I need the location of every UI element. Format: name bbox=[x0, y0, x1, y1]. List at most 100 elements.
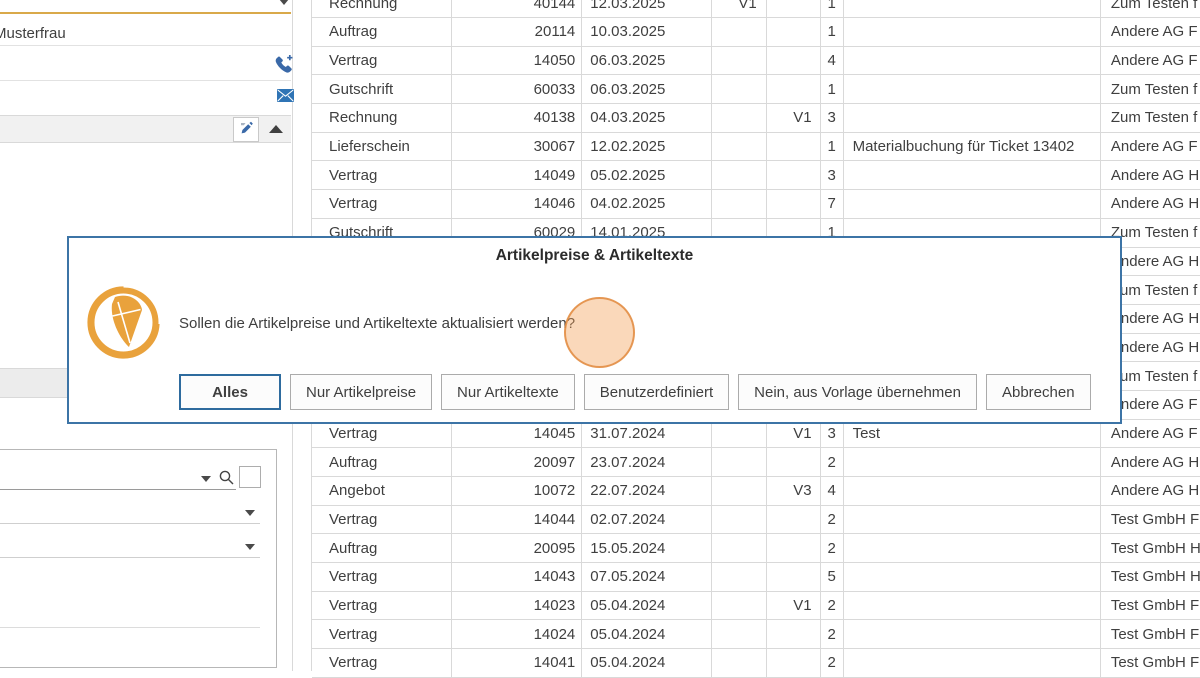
cell-description bbox=[844, 592, 1101, 620]
cell-ver_a bbox=[712, 563, 767, 591]
cell-type: Vertrag bbox=[312, 506, 452, 534]
cell-description bbox=[844, 534, 1101, 562]
cell-date: 06.03.2025 bbox=[582, 75, 712, 103]
table-row[interactable]: Vertrag1404105.04.20242Test GmbH F bbox=[312, 649, 1200, 678]
table-row[interactable]: Auftrag2009515.05.20242Test GmbH H bbox=[312, 534, 1200, 563]
table-row[interactable]: Rechnung4014412.03.2025V11Zum Testen f bbox=[312, 0, 1200, 18]
cell-customer: Test GmbH F bbox=[1101, 620, 1200, 648]
cell-description bbox=[844, 477, 1101, 505]
cell-description bbox=[844, 104, 1101, 132]
table-row[interactable]: Auftrag2009723.07.20242Andere AG H bbox=[312, 448, 1200, 477]
cell-date: 15.05.2024 bbox=[582, 534, 712, 562]
cell-ver_a bbox=[712, 75, 767, 103]
cell-count: 4 bbox=[821, 477, 844, 505]
cell-number: 14043 bbox=[452, 563, 583, 591]
app-logo-icon bbox=[84, 283, 163, 366]
cell-count: 2 bbox=[821, 506, 844, 534]
cell-ver_b bbox=[767, 448, 821, 476]
table-row[interactable]: Rechnung4013804.03.2025V13Zum Testen f bbox=[312, 104, 1200, 133]
cell-ver_b bbox=[767, 75, 821, 103]
edit-pencil-icon bbox=[238, 120, 254, 140]
cell-number: 40144 bbox=[452, 0, 583, 17]
cell-number: 14023 bbox=[452, 592, 583, 620]
cell-date: 04.03.2025 bbox=[582, 104, 712, 132]
nur-artikeltexte-button[interactable]: Nur Artikeltexte bbox=[441, 374, 575, 410]
cell-type: Vertrag bbox=[312, 649, 452, 677]
active-field-underline bbox=[0, 12, 291, 14]
cell-customer: Andere AG H bbox=[1101, 161, 1200, 189]
cell-customer: Zum Testen f bbox=[1101, 75, 1200, 103]
cell-ver_a bbox=[712, 190, 767, 218]
table-row[interactable]: Auftrag2011410.03.20251Andere AG F bbox=[312, 18, 1200, 47]
dropdown-icon[interactable] bbox=[201, 476, 211, 482]
collapse-section-icon[interactable] bbox=[269, 125, 283, 133]
cell-ver_a bbox=[712, 133, 767, 161]
cell-ver_b bbox=[767, 563, 821, 591]
nein-aus-vorlage-button[interactable]: Nein, aus Vorlage übernehmen bbox=[738, 374, 977, 410]
table-row[interactable]: Vertrag1404905.02.20253Andere AG H bbox=[312, 161, 1200, 190]
dialog-message: Sollen die Artikelpreise und Artikeltext… bbox=[179, 315, 575, 332]
cell-ver_b bbox=[767, 649, 821, 677]
table-row[interactable]: Lieferschein3006712.02.20251Materialbuch… bbox=[312, 133, 1200, 162]
cell-ver_b bbox=[767, 190, 821, 218]
search-field-underline[interactable] bbox=[0, 489, 236, 490]
cell-count: 5 bbox=[821, 563, 844, 591]
details-panel bbox=[0, 449, 277, 668]
contact-name: Musterfrau bbox=[0, 24, 66, 44]
field-underline[interactable] bbox=[0, 557, 260, 558]
cell-type: Vertrag bbox=[312, 563, 452, 591]
cell-number: 20095 bbox=[452, 534, 583, 562]
chevron-down-icon[interactable] bbox=[279, 0, 289, 5]
abbrechen-button[interactable]: Abbrechen bbox=[986, 374, 1091, 410]
search-icon[interactable] bbox=[218, 469, 235, 490]
divider bbox=[0, 80, 291, 81]
table-row[interactable]: Vertrag1402305.04.2024V12Test GmbH F bbox=[312, 592, 1200, 621]
cell-count: 2 bbox=[821, 620, 844, 648]
cell-date: 02.07.2024 bbox=[582, 506, 712, 534]
phone-add-icon[interactable] bbox=[273, 54, 294, 79]
cell-ver_a bbox=[712, 477, 767, 505]
cell-description bbox=[844, 506, 1101, 534]
cell-ver_a bbox=[712, 534, 767, 562]
table-row[interactable]: Vertrag1405006.03.20254Andere AG F bbox=[312, 47, 1200, 76]
field-underline bbox=[0, 627, 260, 628]
benutzerdefiniert-button[interactable]: Benutzerdefiniert bbox=[584, 374, 729, 410]
cell-count: 3 bbox=[821, 104, 844, 132]
cell-description bbox=[844, 0, 1101, 17]
nur-artikelpreise-button[interactable]: Nur Artikelpreise bbox=[290, 374, 432, 410]
table-row[interactable]: Vertrag1404402.07.20242Test GmbH F bbox=[312, 506, 1200, 535]
cell-ver_b bbox=[767, 620, 821, 648]
table-row[interactable]: Vertrag1402405.04.20242Test GmbH F bbox=[312, 620, 1200, 649]
edit-note-button[interactable] bbox=[233, 117, 259, 142]
table-row[interactable]: Angebot1007222.07.2024V34Andere AG H bbox=[312, 477, 1200, 506]
cell-number: 20114 bbox=[452, 18, 583, 46]
cell-number: 20097 bbox=[452, 448, 583, 476]
cell-ver_a bbox=[712, 18, 767, 46]
cell-date: 12.03.2025 bbox=[582, 0, 712, 17]
cell-type: Auftrag bbox=[312, 534, 452, 562]
cell-count: 7 bbox=[821, 190, 844, 218]
cell-customer: Zum Testen f bbox=[1101, 0, 1200, 17]
table-row[interactable]: Vertrag1404307.05.20245Test GmbH H bbox=[312, 563, 1200, 592]
cell-description bbox=[844, 563, 1101, 591]
cell-date: 05.04.2024 bbox=[582, 620, 712, 648]
field-underline[interactable] bbox=[0, 523, 260, 524]
cell-customer: Test GmbH F bbox=[1101, 506, 1200, 534]
cell-type: Lieferschein bbox=[312, 133, 452, 161]
cell-customer: Test GmbH F bbox=[1101, 649, 1200, 677]
table-row[interactable]: Gutschrift6003306.03.20251Zum Testen f bbox=[312, 75, 1200, 104]
table-row[interactable]: Vertrag1404604.02.20257Andere AG H bbox=[312, 190, 1200, 219]
mail-icon[interactable] bbox=[277, 89, 294, 106]
checkbox[interactable] bbox=[239, 466, 261, 488]
cell-ver_a bbox=[712, 592, 767, 620]
cell-customer: Andere AG H bbox=[1101, 190, 1200, 218]
cell-ver_a bbox=[712, 506, 767, 534]
dropdown-icon[interactable] bbox=[245, 510, 255, 516]
cell-type: Vertrag bbox=[312, 47, 452, 75]
cell-description bbox=[844, 190, 1101, 218]
cell-description: Materialbuchung für Ticket 13402 bbox=[844, 133, 1101, 161]
dropdown-icon[interactable] bbox=[245, 544, 255, 550]
alles-button[interactable]: Alles bbox=[179, 374, 281, 410]
cell-ver_b bbox=[767, 18, 821, 46]
cell-description bbox=[844, 620, 1101, 648]
